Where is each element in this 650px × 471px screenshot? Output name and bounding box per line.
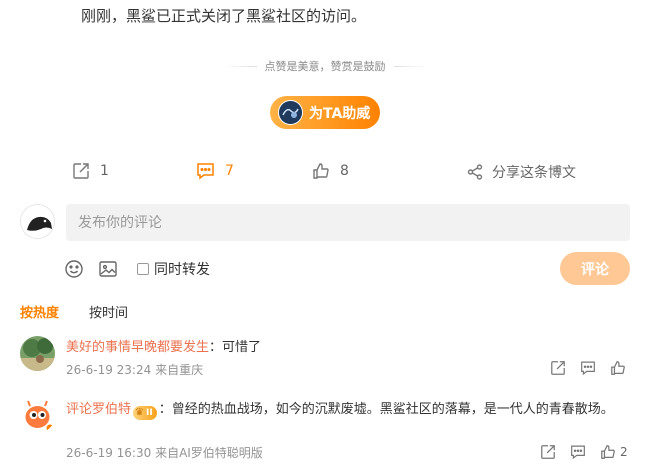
comment-actions bbox=[550, 360, 630, 376]
forward-icon bbox=[72, 162, 90, 180]
comment-reply-button[interactable] bbox=[580, 360, 596, 376]
forward-count: 1 bbox=[100, 163, 109, 179]
comment-actions: 2 bbox=[540, 444, 628, 460]
comment-time: 26-6-19 16:30 bbox=[66, 446, 152, 460]
tab-sort-by-time[interactable]: 按时间 bbox=[89, 302, 128, 321]
author-avatar bbox=[278, 100, 303, 125]
forward-button[interactable]: 1 bbox=[72, 162, 109, 180]
comment-text: ：可惜了 bbox=[209, 340, 262, 355]
comment-button[interactable]: 7 bbox=[196, 162, 650, 180]
like-button[interactable]: 8 bbox=[312, 162, 349, 180]
thumbs-up-icon bbox=[601, 445, 615, 459]
forward-icon bbox=[551, 361, 565, 375]
comment-source: 来自AI罗伯特聪明版 bbox=[155, 446, 263, 460]
comment-meta: 26-6-19 23:24 来自重庆 bbox=[66, 361, 203, 378]
vip-badge-level: II bbox=[145, 408, 153, 418]
comment-like-count: 2 bbox=[620, 445, 628, 459]
thumbs-up-icon bbox=[611, 361, 625, 375]
checkbox-box[interactable] bbox=[137, 263, 149, 275]
composer-toolbar: 同时转发 bbox=[63, 258, 210, 280]
comment-like-button[interactable]: 2 bbox=[600, 444, 628, 460]
repost-label: 同时转发 bbox=[154, 262, 210, 278]
crown-icon: ♛ bbox=[135, 407, 144, 418]
share-button[interactable]: 分享这条博文 bbox=[466, 162, 576, 182]
comment-count: 7 bbox=[225, 163, 234, 179]
emoji-icon[interactable] bbox=[63, 258, 85, 280]
comment-body: 美好的事情早晚都要发生：可惜了 bbox=[66, 338, 626, 358]
comment-forward-button[interactable] bbox=[540, 444, 556, 460]
cheer-button-label: 为TA助威 bbox=[309, 105, 371, 122]
comment-reply-button[interactable] bbox=[570, 444, 586, 460]
cheer-button[interactable]: 为TA助威 bbox=[270, 96, 380, 129]
share-icon bbox=[466, 163, 484, 181]
action-bar: 1 7 8 分享这条博文 bbox=[0, 160, 650, 184]
sort-tabs: 按热度 按时间 bbox=[20, 302, 128, 321]
commenter-avatar[interactable] bbox=[20, 398, 55, 433]
comment-text: ：曾经的热血战场，如今的沉默废墟。黑鲨社区的落幕，是一代人的青春散场。 bbox=[158, 402, 614, 417]
comment-forward-button[interactable] bbox=[550, 360, 566, 376]
reward-hint: 点赞是美意，赞赏是鼓励 bbox=[0, 58, 650, 74]
repost-checkbox[interactable]: 同时转发 bbox=[137, 259, 210, 279]
commenter-name[interactable]: 美好的事情早晚都要发生 bbox=[66, 340, 209, 355]
like-count: 8 bbox=[340, 163, 349, 179]
reward-hint-text: 点赞是美意，赞赏是鼓励 bbox=[264, 60, 386, 73]
comment-input[interactable] bbox=[66, 204, 630, 241]
comment-like-button[interactable] bbox=[610, 360, 630, 376]
comment-body: 评论罗伯特 ♛ II ：曾经的热血战场，如今的沉默废墟。黑鲨社区的落幕，是一代人的青春… bbox=[66, 400, 626, 420]
divider bbox=[393, 65, 426, 67]
comment-time: 26-6-19 23:24 bbox=[66, 363, 152, 377]
comment-icon bbox=[571, 445, 585, 460]
comment-icon bbox=[581, 361, 595, 376]
commenter-avatar[interactable] bbox=[20, 336, 55, 371]
comment-source: 来自重庆 bbox=[155, 363, 204, 377]
image-icon[interactable] bbox=[97, 258, 119, 280]
commenter-name[interactable]: 评论罗伯特 bbox=[66, 402, 131, 417]
thumbs-up-icon bbox=[312, 162, 330, 180]
comment-meta: 26-6-19 16:30 来自AI罗伯特聪明版 bbox=[66, 444, 263, 461]
submit-comment-button[interactable]: 评论 bbox=[560, 252, 630, 285]
forward-icon bbox=[541, 445, 555, 459]
tab-sort-by-hot[interactable]: 按热度 bbox=[20, 302, 59, 321]
comment-item: 评论罗伯特 ♛ II ：曾经的热血战场，如今的沉默废墟。黑鲨社区的落幕，是一代人的青春… bbox=[20, 398, 635, 468]
current-user-avatar bbox=[20, 204, 55, 239]
comment-icon bbox=[196, 162, 215, 180]
share-label: 分享这条博文 bbox=[492, 165, 576, 181]
post-text: 刚刚，黑鲨已正式关闭了黑鲨社区的访问。 bbox=[81, 7, 367, 25]
comment-item: 美好的事情早晚都要发生：可惜了 26-6-19 23:24 来自重庆 bbox=[20, 336, 635, 380]
vip-badge: ♛ II bbox=[133, 406, 157, 420]
divider bbox=[224, 65, 257, 67]
